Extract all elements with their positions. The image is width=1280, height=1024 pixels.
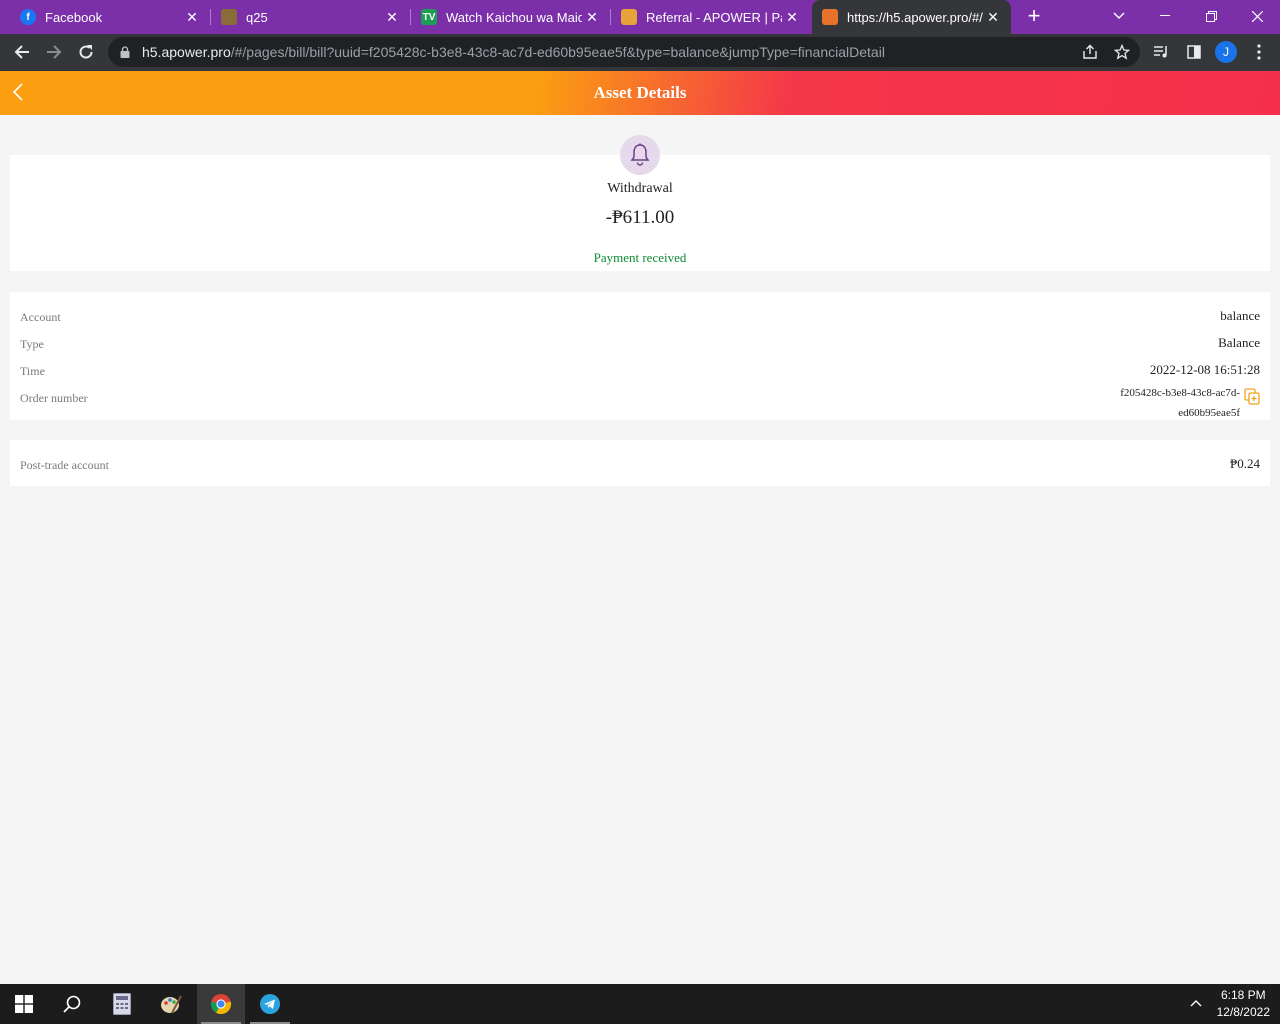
windows-start-icon[interactable] xyxy=(0,984,48,1024)
search-icon[interactable] xyxy=(48,984,96,1024)
transaction-details-card: Account balance Type Balance Time 2022-1… xyxy=(10,292,1270,420)
close-window-button[interactable] xyxy=(1234,0,1280,32)
app-header: Asset Details xyxy=(0,71,1280,115)
transaction-status: Payment received xyxy=(593,250,687,265)
url-text: h5.apower.pro/#/pages/bill/bill?uuid=f20… xyxy=(142,44,885,60)
apower-icon xyxy=(621,9,637,25)
detail-row-post-trade: Post-trade account ₱0.24 xyxy=(20,455,1260,473)
address-bar[interactable]: h5.apower.pro/#/pages/bill/bill?uuid=f20… xyxy=(108,37,1140,67)
calculator-app-icon[interactable] xyxy=(98,984,146,1024)
close-tab-icon[interactable]: ✕ xyxy=(184,9,200,25)
side-panel-icon[interactable] xyxy=(1180,38,1208,66)
bell-icon xyxy=(620,135,660,175)
restore-button[interactable] xyxy=(1188,0,1234,32)
tab-kaichou[interactable]: TV Watch Kaichou wa Maid- ✕ xyxy=(411,0,610,34)
reload-icon[interactable] xyxy=(72,38,100,66)
copy-icon[interactable] xyxy=(1244,388,1260,405)
more-menu-icon[interactable] xyxy=(1245,38,1273,66)
forward-arrow-icon[interactable] xyxy=(40,38,68,66)
tab-search-icon[interactable] xyxy=(1096,0,1142,32)
tv-icon: TV xyxy=(421,9,437,25)
profile-avatar[interactable]: J xyxy=(1215,41,1237,63)
post-trade-value: ₱0.24 xyxy=(1230,456,1260,471)
transaction-type: Withdrawal xyxy=(607,181,673,196)
telegram-app-icon[interactable] xyxy=(246,984,294,1024)
new-tab-button[interactable]: + xyxy=(1022,5,1046,29)
close-tab-icon[interactable]: ✕ xyxy=(784,9,800,25)
transaction-amount: -₱611.00 xyxy=(605,207,675,228)
page-title: Asset Details xyxy=(593,83,687,102)
back-arrow-icon[interactable] xyxy=(8,38,36,66)
browser-toolbar: h5.apower.pro/#/pages/bill/bill?uuid=f20… xyxy=(0,34,1280,71)
detail-row-order-number: Order number f205428c-b3e8-43c8-ac7d-ed6… xyxy=(20,292,1260,420)
lock-icon xyxy=(120,46,132,58)
bookmark-star-icon[interactable] xyxy=(1108,38,1136,66)
paint-app-icon[interactable] xyxy=(147,984,195,1024)
chrome-app-icon[interactable] xyxy=(197,984,245,1024)
share-icon[interactable] xyxy=(1076,38,1104,66)
clock-date: 12/8/2022 xyxy=(1216,1005,1270,1019)
taskbar-clock[interactable]: 6:18 PM 12/8/2022 xyxy=(1217,987,1270,1021)
close-tab-icon[interactable]: ✕ xyxy=(384,9,400,25)
windows-taskbar: 6:18 PM 12/8/2022 xyxy=(0,984,1280,1024)
media-control-icon[interactable] xyxy=(1147,38,1175,66)
tab-facebook[interactable]: f Facebook ✕ xyxy=(10,0,210,34)
doc-icon xyxy=(221,9,237,25)
post-trade-label: Post-trade account xyxy=(20,458,109,472)
clock-time: 6:18 PM xyxy=(1220,988,1266,1002)
tab-referral-apower[interactable]: Referral - APOWER | Page ✕ xyxy=(611,0,810,34)
apower-icon xyxy=(822,9,838,25)
tab-apower-h5[interactable]: https://h5.apower.pro/#/p ✕ xyxy=(812,0,1011,34)
post-trade-card: Post-trade account ₱0.24 xyxy=(10,440,1270,486)
browser-tab-strip: f Facebook ✕ q25 ✕ TV Watch Kaichou wa M… xyxy=(0,0,1280,34)
order-number-value: f205428c-b3e8-43c8-ac7d-ed60b95eae5f xyxy=(1120,387,1240,419)
close-tab-icon[interactable]: ✕ xyxy=(584,9,600,25)
system-tray-chevron-icon[interactable] xyxy=(1190,996,1202,1010)
close-tab-icon[interactable]: ✕ xyxy=(985,9,1001,25)
facebook-icon: f xyxy=(20,9,36,25)
tab-q25[interactable]: q25 ✕ xyxy=(211,0,410,34)
order-number-label: Order number xyxy=(20,391,88,405)
minimize-button[interactable] xyxy=(1142,0,1188,32)
